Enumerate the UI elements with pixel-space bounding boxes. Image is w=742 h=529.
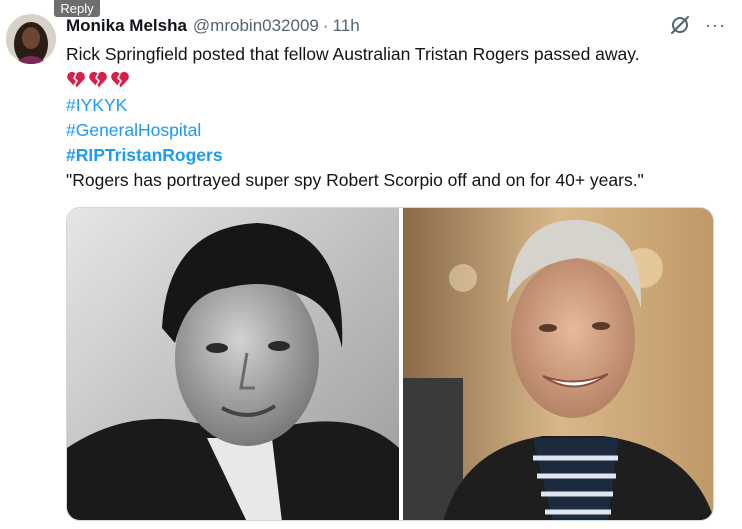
- broken-heart-icon: [67, 71, 85, 89]
- hashtag-generalhospital[interactable]: #GeneralHospital: [66, 118, 722, 143]
- tweet-body: Rick Springfield posted that fellow Aust…: [66, 42, 722, 193]
- more-options-icon[interactable]: ···: [705, 16, 726, 34]
- hashtag-riptristanrogers[interactable]: #RIPTristanRogers: [66, 143, 722, 168]
- author-handle[interactable]: @mrobin032009: [193, 16, 319, 36]
- photo-color-portrait-smiling[interactable]: [403, 208, 713, 520]
- avatar[interactable]: [6, 14, 56, 64]
- broken-heart-icon: [89, 71, 107, 89]
- emoji-row: [66, 67, 722, 93]
- grok-icon[interactable]: [669, 14, 691, 36]
- header-actions: ···: [669, 14, 726, 36]
- tweet-header: Monika Melsha @mrobin032009 · 11h: [66, 15, 732, 37]
- media-grid: [66, 207, 714, 521]
- tweet-time[interactable]: 11h: [333, 16, 360, 36]
- author-name[interactable]: Monika Melsha: [66, 16, 187, 36]
- avatar-image: [6, 14, 56, 64]
- broken-heart-icon: [111, 71, 129, 89]
- tweet-quote: "Rogers has portrayed super spy Robert S…: [66, 170, 644, 190]
- separator-dot: ·: [322, 16, 329, 35]
- hashtag-iykyk[interactable]: #IYKYK: [66, 93, 722, 118]
- photo-black-and-white-portrait[interactable]: [67, 208, 399, 520]
- tweet-text: Rick Springfield posted that fellow Aust…: [66, 44, 640, 64]
